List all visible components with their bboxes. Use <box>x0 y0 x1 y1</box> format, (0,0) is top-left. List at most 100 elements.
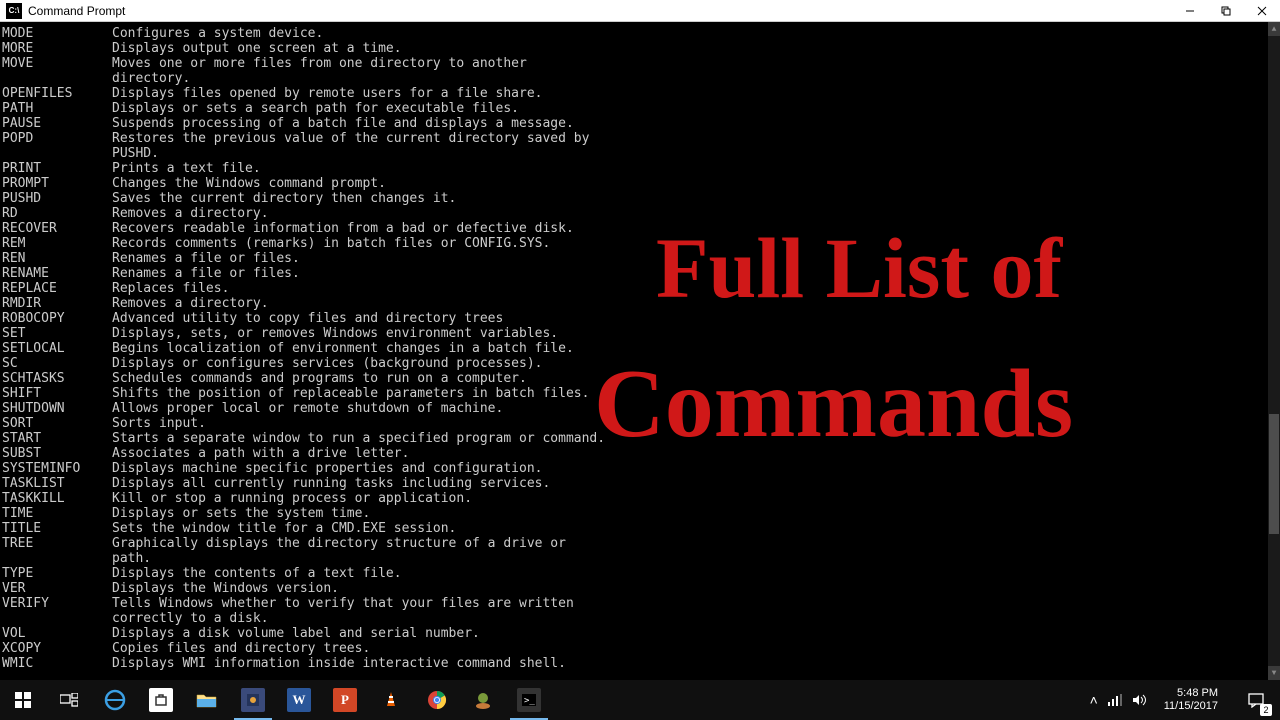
command-name: REN <box>2 251 112 266</box>
command-name: SETLOCAL <box>2 341 112 356</box>
chrome-icon <box>427 690 447 710</box>
command-row: OPENFILESDisplays files opened by remote… <box>2 86 1266 101</box>
word-icon: W <box>287 688 311 712</box>
misc-app-icon <box>473 690 493 710</box>
command-row: TREEGraphically displays the directory s… <box>2 536 1266 551</box>
scroll-track[interactable] <box>1268 36 1280 666</box>
window-titlebar[interactable]: C:\ Command Prompt <box>0 0 1280 22</box>
taskbar-clock[interactable]: 5:48 PM 11/15/2017 <box>1156 687 1226 713</box>
taskbar[interactable]: W P >_ ˄ 5:48 PM 11/15/2017 2 <box>0 680 1280 720</box>
tray-network-icon[interactable] <box>1108 694 1122 706</box>
command-name: TIME <box>2 506 112 521</box>
vlc-icon <box>381 690 401 710</box>
maximize-button[interactable] <box>1208 0 1244 22</box>
taskbar-app-cmd[interactable]: >_ <box>506 680 552 720</box>
command-description: path. <box>112 551 1266 566</box>
maximize-icon <box>1221 6 1231 16</box>
command-name: PRINT <box>2 161 112 176</box>
command-name: MOVE <box>2 56 112 71</box>
minimize-button[interactable] <box>1172 0 1208 22</box>
taskbar-app-chrome[interactable] <box>414 680 460 720</box>
taskbar-app-vlc[interactable] <box>368 680 414 720</box>
command-name: SCHTASKS <box>2 371 112 386</box>
command-name: SC <box>2 356 112 371</box>
command-description: Changes the Windows command prompt. <box>112 176 1266 191</box>
command-row: PUSHD. <box>2 146 1266 161</box>
taskbar-app-store[interactable] <box>138 680 184 720</box>
command-name: RD <box>2 206 112 221</box>
command-description: Graphically displays the directory struc… <box>112 536 1266 551</box>
command-name: PATH <box>2 101 112 116</box>
clock-date: 11/15/2017 <box>1164 700 1218 713</box>
command-row: RENAMERenames a file or files. <box>2 266 1266 281</box>
command-name <box>2 71 112 86</box>
task-view-button[interactable] <box>46 680 92 720</box>
taskbar-app-misc[interactable] <box>460 680 506 720</box>
taskbar-app-word[interactable]: W <box>276 680 322 720</box>
close-button[interactable] <box>1244 0 1280 22</box>
command-name: SORT <box>2 416 112 431</box>
command-name: TREE <box>2 536 112 551</box>
folder-icon <box>195 688 219 712</box>
command-row: PATHDisplays or sets a search path for e… <box>2 101 1266 116</box>
command-description: Tells Windows whether to verify that you… <box>112 596 1266 611</box>
command-row: SYSTEMINFODisplays machine specific prop… <box>2 461 1266 476</box>
edge-icon <box>104 689 126 711</box>
command-description: Saves the current directory then changes… <box>112 191 1266 206</box>
command-name <box>2 611 112 626</box>
command-description: Removes a directory. <box>112 206 1266 221</box>
command-name: XCOPY <box>2 641 112 656</box>
command-name: WMIC <box>2 656 112 671</box>
command-row: TIMEDisplays or sets the system time. <box>2 506 1266 521</box>
command-row: TASKLISTDisplays all currently running t… <box>2 476 1266 491</box>
command-description: Prints a text file. <box>112 161 1266 176</box>
command-name: POPD <box>2 131 112 146</box>
taskbar-app-edge[interactable] <box>92 680 138 720</box>
command-row: WMICDisplays WMI information inside inte… <box>2 656 1266 671</box>
command-name: SHIFT <box>2 386 112 401</box>
vertical-scrollbar[interactable]: ▲ ▼ <box>1268 22 1280 680</box>
command-description: correctly to a disk. <box>112 611 1266 626</box>
command-name: TITLE <box>2 521 112 536</box>
command-name: RECOVER <box>2 221 112 236</box>
notification-badge: 2 <box>1260 704 1272 716</box>
command-name: SET <box>2 326 112 341</box>
command-description: PUSHD. <box>112 146 1266 161</box>
command-row: VERDisplays the Windows version. <box>2 581 1266 596</box>
command-name: PUSHD <box>2 191 112 206</box>
svg-text:>_: >_ <box>524 696 535 706</box>
system-tray[interactable]: ˄ 5:48 PM 11/15/2017 2 <box>1086 680 1280 720</box>
command-row: ROBOCOPYAdvanced utility to copy files a… <box>2 311 1266 326</box>
command-description: Sets the window title for a CMD.EXE sess… <box>112 521 1266 536</box>
taskbar-app-file-explorer[interactable] <box>184 680 230 720</box>
command-description: Displays all currently running tasks inc… <box>112 476 1266 491</box>
command-row: directory. <box>2 71 1266 86</box>
command-row: TASKKILLKill or stop a running process o… <box>2 491 1266 506</box>
command-description: Displays a disk volume label and serial … <box>112 626 1266 641</box>
command-row: VOLDisplays a disk volume label and seri… <box>2 626 1266 641</box>
taskbar-app-editor[interactable] <box>230 680 276 720</box>
command-name <box>2 551 112 566</box>
scroll-down-arrow[interactable]: ▼ <box>1268 666 1280 680</box>
notification-center-button[interactable]: 2 <box>1236 680 1276 720</box>
taskbar-app-powerpoint[interactable]: P <box>322 680 368 720</box>
command-name: PROMPT <box>2 176 112 191</box>
command-description: Displays output one screen at a time. <box>112 41 1266 56</box>
command-name: REM <box>2 236 112 251</box>
clock-time: 5:48 PM <box>1164 687 1218 700</box>
command-name: SUBST <box>2 446 112 461</box>
command-row: MODEConfigures a system device. <box>2 26 1266 41</box>
command-name: PAUSE <box>2 116 112 131</box>
command-name: VERIFY <box>2 596 112 611</box>
command-name: START <box>2 431 112 446</box>
start-button[interactable] <box>0 680 46 720</box>
scroll-up-arrow[interactable]: ▲ <box>1268 22 1280 36</box>
tray-chevron-up-icon[interactable]: ˄ <box>1090 692 1098 708</box>
close-icon <box>1257 6 1267 16</box>
scroll-thumb[interactable] <box>1269 414 1279 534</box>
cmd-icon: C:\ <box>6 3 22 19</box>
command-name: REPLACE <box>2 281 112 296</box>
command-row: path. <box>2 551 1266 566</box>
command-name: MODE <box>2 26 112 41</box>
tray-volume-icon[interactable] <box>1132 694 1146 706</box>
